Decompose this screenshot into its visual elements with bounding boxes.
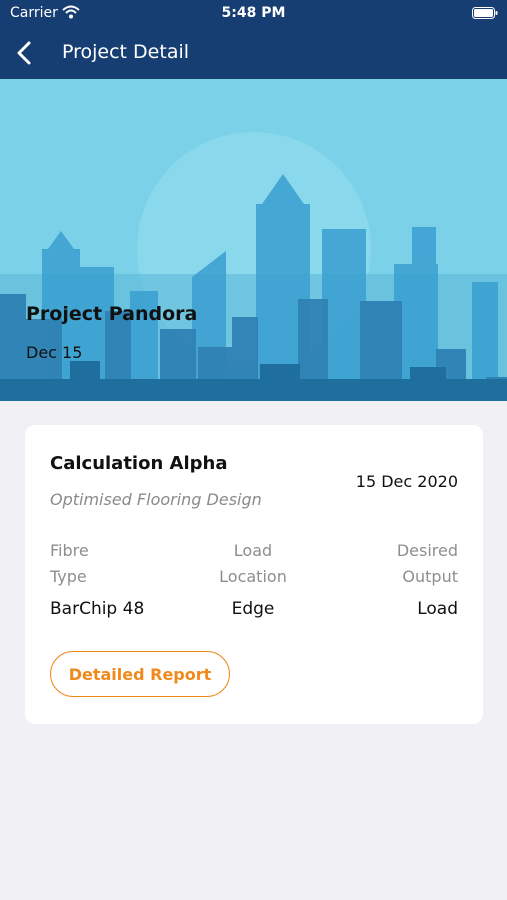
calculation-date: 15 Dec 2020 [355,472,458,491]
calculation-card[interactable]: Calculation Alpha Optimised Flooring Des… [25,425,483,724]
status-time: 5:48 PM [221,5,286,21]
fibre-type-value: BarChip 48 [50,599,145,619]
chevron-left-icon [17,41,31,65]
page-title: Project Detail [62,41,190,63]
status-bar: Carrier 5:48 PM [0,0,507,26]
desired-output-label: Desired Output [396,541,458,586]
detailed-report-button[interactable]: Detailed Report [50,651,230,697]
project-hero-banner: Project Pandora Dec 15 [0,79,507,401]
desired-output-value: Load [417,599,458,619]
project-date: Dec 15 [26,343,83,362]
project-name: Project Pandora [26,303,198,325]
battery-icon [472,7,498,19]
fibre-type-label: Fibre Type [50,541,89,586]
calculation-subtitle: Optimised Flooring Design [50,490,262,509]
load-location-value: Edge [231,599,275,619]
back-button[interactable] [8,36,42,70]
load-location-label: Load Location [219,541,287,586]
app-header: Carrier 5:48 PM Project Detail [0,0,507,79]
calculation-title: Calculation Alpha [50,453,228,474]
